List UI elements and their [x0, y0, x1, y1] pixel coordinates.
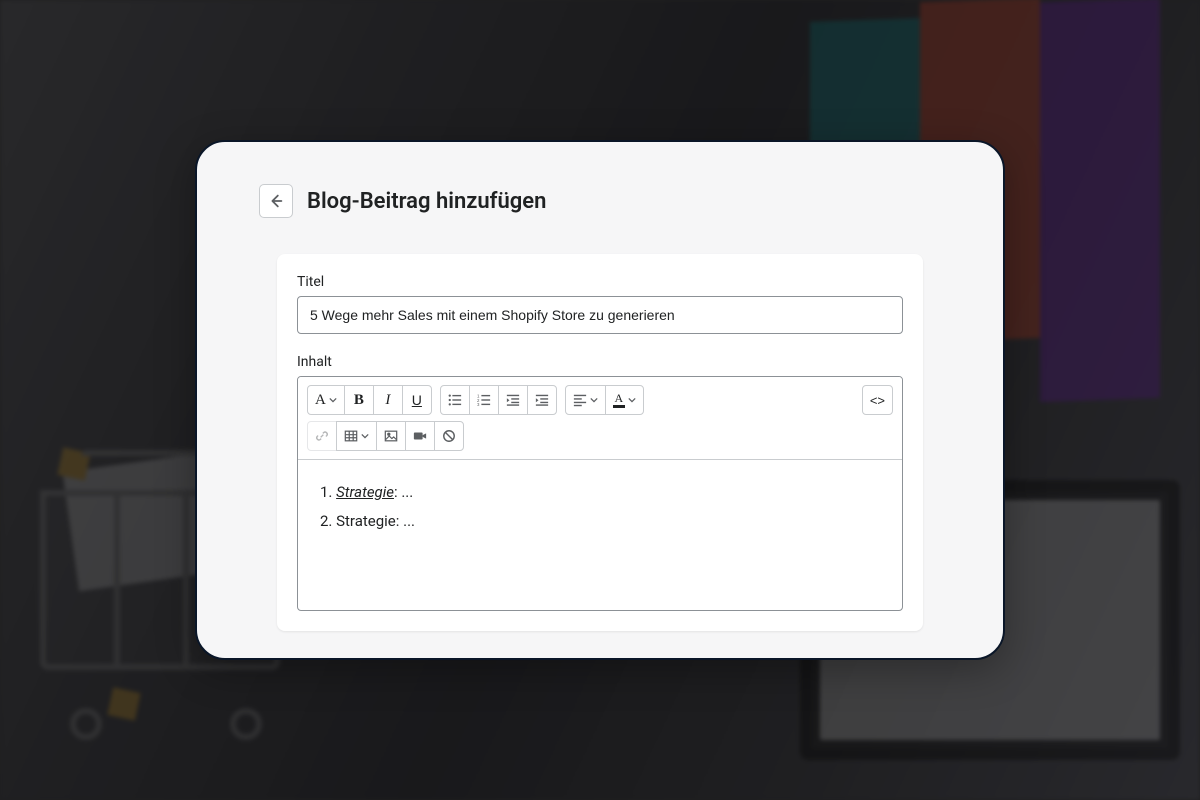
text-color-icon: A — [613, 392, 625, 408]
editor-content-area[interactable]: 1. Strategie: ... 2. Strategie: ... — [298, 460, 902, 610]
align-left-icon — [573, 393, 587, 407]
content-line-1: 1. Strategie: ... — [320, 478, 880, 507]
italic-button[interactable]: I — [373, 385, 403, 415]
svg-text:3: 3 — [477, 402, 480, 407]
content-label: Inhalt — [297, 354, 903, 370]
chevron-down-icon — [361, 432, 369, 440]
numbered-list-button[interactable]: 123 — [469, 385, 499, 415]
underline-button[interactable]: U — [402, 385, 432, 415]
content-line-2: 2. Strategie: ... — [320, 507, 880, 536]
chevron-down-icon — [329, 396, 337, 404]
table-icon — [344, 429, 358, 443]
chevron-down-icon — [628, 396, 636, 404]
outdent-icon — [506, 393, 520, 407]
clear-format-icon — [442, 429, 456, 443]
code-icon: <> — [870, 393, 885, 408]
editor-toolbar: A B I U 123 — [298, 377, 902, 460]
format-dropdown[interactable]: A — [307, 385, 345, 415]
video-button[interactable] — [405, 421, 435, 451]
link-button[interactable] — [307, 421, 337, 451]
bullet-list-icon — [448, 393, 462, 407]
chevron-down-icon — [590, 396, 598, 404]
arrow-left-icon — [267, 192, 285, 210]
modal-header: Blog-Beitrag hinzufügen — [259, 184, 941, 218]
html-view-button[interactable]: <> — [862, 385, 893, 415]
back-button[interactable] — [259, 184, 293, 218]
text-color-dropdown[interactable]: A — [605, 385, 644, 415]
bullet-list-button[interactable] — [440, 385, 470, 415]
page-title: Blog-Beitrag hinzufügen — [307, 189, 546, 214]
bold-button[interactable]: B — [344, 385, 374, 415]
align-dropdown[interactable] — [565, 385, 606, 415]
indent-icon — [535, 393, 549, 407]
title-input[interactable] — [297, 296, 903, 334]
clear-format-button[interactable] — [434, 421, 464, 451]
outdent-button[interactable] — [498, 385, 528, 415]
title-label: Titel — [297, 274, 903, 290]
numbered-list-icon: 123 — [477, 393, 491, 407]
blog-post-modal: Blog-Beitrag hinzufügen Titel Inhalt A B… — [195, 140, 1005, 660]
indent-button[interactable] — [527, 385, 557, 415]
link-icon — [315, 429, 329, 443]
rich-text-editor: A B I U 123 — [297, 376, 903, 611]
image-icon — [384, 429, 398, 443]
table-dropdown[interactable] — [336, 421, 377, 451]
image-button[interactable] — [376, 421, 406, 451]
video-icon — [413, 429, 427, 443]
form-card: Titel Inhalt A B I U — [277, 254, 923, 631]
